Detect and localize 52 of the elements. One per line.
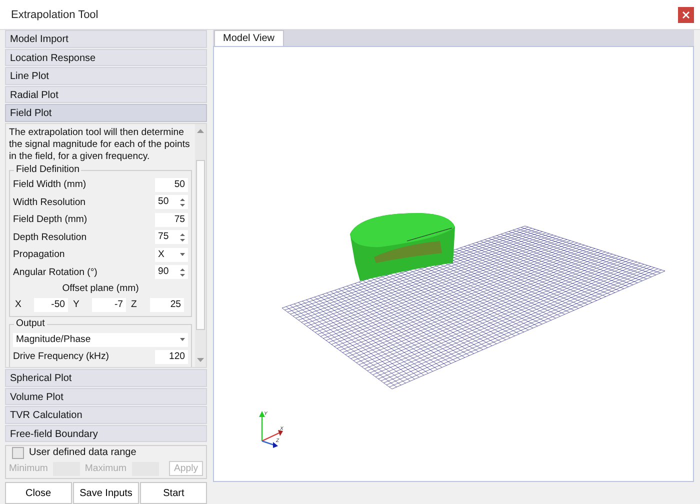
field-label: Field Width (mm) xyxy=(13,179,86,190)
section-header[interactable]: Line Plot xyxy=(5,67,207,84)
minimum-label: Minimum xyxy=(9,463,48,474)
checkbox-label: User defined data range xyxy=(29,447,136,458)
number-field[interactable]: 75 xyxy=(155,212,188,227)
close-button[interactable] xyxy=(678,6,694,22)
offset-field[interactable]: 25 xyxy=(150,298,184,312)
action-button[interactable]: Start xyxy=(140,482,207,504)
scroll-down-icon[interactable] xyxy=(197,358,204,363)
offset-plane-label: Offset plane (mm) xyxy=(61,282,140,296)
spin-box[interactable]: 75 xyxy=(155,230,188,244)
section-header[interactable]: Volume Plot xyxy=(5,388,207,405)
spin-box[interactable]: 90 xyxy=(155,265,188,280)
section-header[interactable]: Spherical Plot xyxy=(5,369,207,386)
output-dropdown[interactable]: Magnitude/Phase xyxy=(13,332,188,346)
field-label: Propagation xyxy=(13,249,65,260)
section-header[interactable]: Free-field Boundary xyxy=(5,424,207,442)
field-label: Angular Rotation (°) xyxy=(13,266,98,278)
section-header[interactable]: Location Response xyxy=(5,48,207,66)
field-label: Drive Frequency (kHz) xyxy=(13,351,109,362)
spin-box[interactable]: 50 xyxy=(155,195,188,210)
window-title: Extrapolation Tool xyxy=(11,8,98,20)
maximum-label: Maximum xyxy=(84,463,126,474)
axis-label: X xyxy=(14,299,22,310)
dropdown[interactable]: X xyxy=(155,248,188,262)
tab[interactable]: Model View xyxy=(214,30,284,46)
offset-field[interactable]: -50 xyxy=(34,298,68,312)
group-title: Field Definition xyxy=(14,164,82,176)
action-button[interactable]: Close xyxy=(5,482,72,504)
description-text: The extrapolation tool will then determine the signal magnitude for each of the points in the field, for a given frequency. xyxy=(9,126,191,162)
section-header[interactable]: Radial Plot xyxy=(5,86,207,103)
scrollbar[interactable] xyxy=(195,124,206,367)
number-field[interactable]: 50 xyxy=(155,178,188,192)
section-header[interactable]: TVR Calculation xyxy=(5,406,207,424)
action-button[interactable]: Save Inputs xyxy=(72,482,140,504)
axis-label: Z xyxy=(130,299,138,310)
spin-arrows-icon xyxy=(180,232,185,242)
field-label: Width Resolution xyxy=(13,196,86,208)
field-label: Depth Resolution xyxy=(13,232,87,243)
offset-field[interactable]: -7 xyxy=(92,298,126,312)
section-header[interactable]: Field Plot xyxy=(5,104,207,122)
spin-arrows-icon xyxy=(180,268,185,277)
close-icon xyxy=(682,10,690,18)
caret-icon xyxy=(180,338,185,341)
field-label: Field Depth (mm) xyxy=(13,214,88,226)
scroll-up-icon[interactable] xyxy=(197,128,204,132)
group-title: Output xyxy=(14,318,47,330)
spin-arrows-icon xyxy=(180,198,185,207)
caret-icon xyxy=(180,253,185,256)
section-header[interactable]: Model Import xyxy=(5,30,207,48)
axis-label: Y xyxy=(72,299,80,310)
number-field[interactable]: 120 xyxy=(155,350,188,364)
